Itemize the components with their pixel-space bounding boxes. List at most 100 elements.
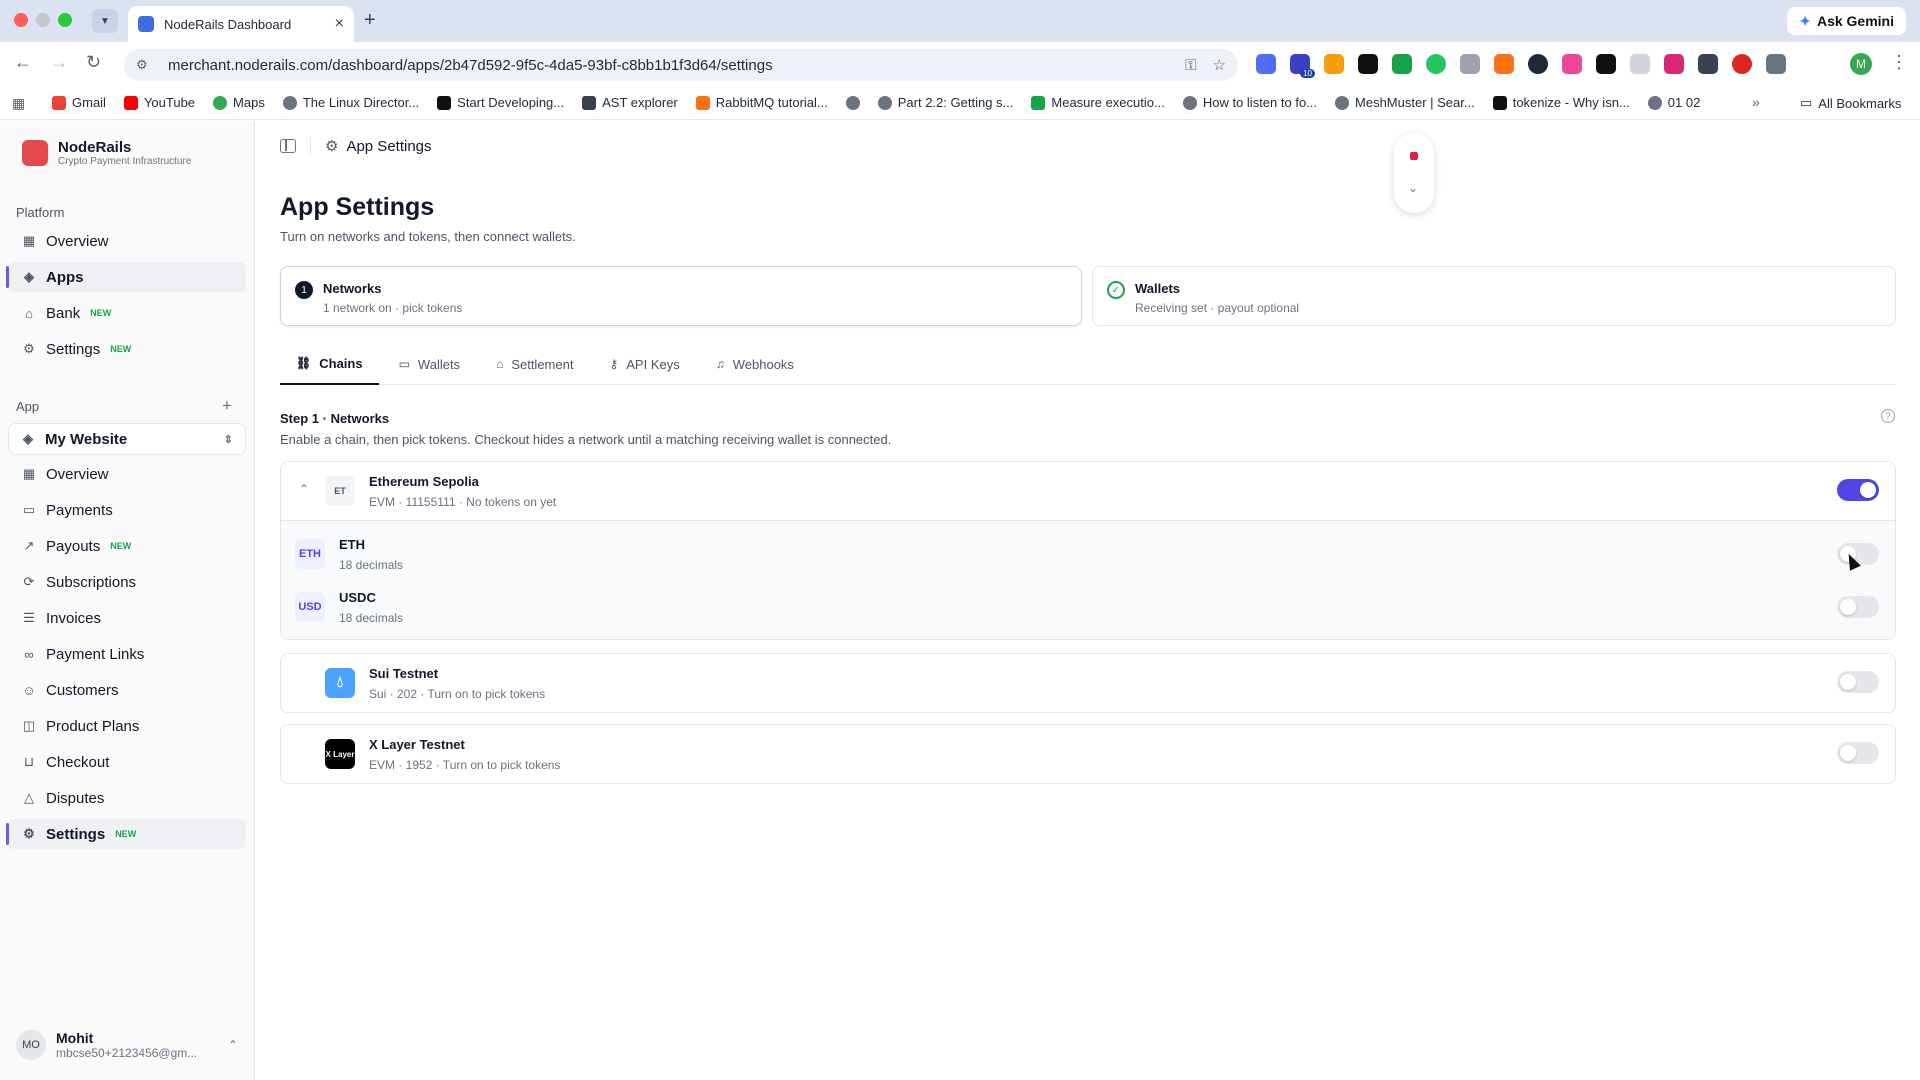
sidebar-item-bank[interactable]: ⌂ Bank NEW <box>8 298 246 328</box>
password-key-icon[interactable]: ⚿ <box>1185 57 1196 74</box>
chain-meta: Sui · 202 · Turn on to pick tokens <box>369 687 546 701</box>
tab-chains[interactable]: ⛓ Chains <box>280 343 379 385</box>
sidebar-toggle-icon[interactable] <box>280 139 296 153</box>
extension-icon[interactable]: 10 <box>1290 54 1315 78</box>
new-badge: NEW <box>90 308 112 318</box>
bookmark-item[interactable]: How to listen to fo... <box>1182 95 1317 110</box>
apps-grid-icon[interactable]: ▦ <box>12 95 28 111</box>
bookmark-item[interactable]: Measure executio... <box>1031 95 1165 110</box>
help-icon[interactable]: ? <box>1881 409 1895 423</box>
chevron-down-icon[interactable]: ⌄ <box>1408 181 1418 195</box>
credit-card-icon: ▭ <box>22 502 36 517</box>
sidebar-item-customers[interactable]: ☺ Customers <box>8 675 246 705</box>
extension-icon[interactable] <box>1630 54 1650 74</box>
new-tab-button[interactable]: + <box>364 9 376 32</box>
site-info-icon[interactable]: ⚙ <box>136 57 152 73</box>
sidebar-item-subscriptions[interactable]: ⟳ Subscriptions <box>8 567 246 597</box>
chain-card-sui-testnet: 💧︎ Sui Testnet Sui · 202 · Turn on to pi… <box>280 653 1896 713</box>
sidebar-item-disputes[interactable]: △ Disputes <box>8 783 246 813</box>
sidebar-item-apps[interactable]: ◈ Apps <box>6 262 246 292</box>
maximize-window-button[interactable] <box>58 13 72 27</box>
extension-icon[interactable] <box>1732 54 1752 74</box>
back-icon[interactable]: ← <box>14 52 32 73</box>
bookmark-item[interactable] <box>845 95 860 110</box>
extension-icon[interactable] <box>1698 54 1718 74</box>
browser-tab[interactable]: NodeRails Dashboard × <box>128 6 354 42</box>
bookmark-item[interactable]: Start Developing... <box>437 95 564 110</box>
stop-recording-icon[interactable] <box>1410 152 1418 160</box>
recording-widget[interactable]: ⌄ <box>1394 133 1434 213</box>
metamask-icon[interactable] <box>1324 54 1344 74</box>
browser-menu-icon[interactable]: ⋮ <box>1890 52 1908 73</box>
download-extension-icon[interactable] <box>1392 54 1412 74</box>
extension-icon[interactable] <box>1562 54 1582 74</box>
sidebar-item-platform-settings[interactable]: ⚙ Settings NEW <box>8 334 246 364</box>
extension-icon[interactable] <box>1460 54 1480 74</box>
extension-icon[interactable] <box>1256 54 1276 74</box>
bookmark-item[interactable]: YouTube <box>123 95 195 110</box>
minimize-window-button[interactable] <box>36 13 50 27</box>
chain-header[interactable]: 💧︎ Sui Testnet Sui · 202 · Turn on to pi… <box>281 654 1895 712</box>
sidebar-item-product-plans[interactable]: ◫ Product Plans <box>8 711 246 741</box>
user-menu[interactable]: MO Mohit mbcse50+2123456@gm... ⌃ <box>16 1030 238 1060</box>
url-text[interactable]: merchant.noderails.com/dashboard/apps/2b… <box>168 57 1169 74</box>
extensions-puzzle-icon[interactable] <box>1766 54 1786 74</box>
brand[interactable]: NodeRails Crypto Payment Infrastructure <box>22 139 191 167</box>
close-window-button[interactable] <box>14 13 28 27</box>
link-icon: ⛓ <box>296 356 312 370</box>
token-toggle[interactable] <box>1837 596 1879 618</box>
ask-gemini-button[interactable]: ✦ Ask Gemini <box>1787 7 1906 35</box>
chevron-up-icon[interactable]: ⌃ <box>299 482 309 496</box>
tab-wallets[interactable]: ▭ Wallets <box>383 343 476 385</box>
bookmark-item[interactable]: tokenize - Why isn... <box>1492 95 1630 110</box>
address-bar[interactable]: ⚙ merchant.noderails.com/dashboard/apps/… <box>124 49 1238 81</box>
sidebar-item-platform-overview[interactable]: ▦ Overview <box>8 226 246 256</box>
sidebar-item-checkout[interactable]: ⊔ Checkout <box>8 747 246 777</box>
tab-webhooks[interactable]: ♫ Webhooks <box>700 343 810 385</box>
add-app-icon[interactable]: + <box>222 396 232 416</box>
profile-avatar[interactable]: M <box>1850 53 1872 75</box>
sidebar-item-invoices[interactable]: ☰ Invoices <box>8 603 246 633</box>
forward-icon[interactable]: → <box>50 52 68 73</box>
step-wallets-card[interactable]: ✓ Wallets Receiving set · payout optiona… <box>1092 266 1896 326</box>
reload-icon[interactable]: ↻ <box>86 52 101 73</box>
bookmark-item[interactable]: RabbitMQ tutorial... <box>695 95 828 110</box>
sidebar-item-payment-links[interactable]: ∞ Payment Links <box>8 639 246 669</box>
extension-icon[interactable] <box>1664 54 1684 74</box>
key-icon: ⚷ <box>609 357 619 371</box>
chain-toggle[interactable] <box>1837 479 1879 501</box>
app-selector[interactable]: ◈ My Website ⇕ <box>8 423 246 455</box>
close-tab-icon[interactable]: × <box>335 15 344 33</box>
extension-icon[interactable] <box>1494 54 1514 74</box>
extension-icon[interactable] <box>1596 54 1616 74</box>
bookmark-item[interactable]: 01 02 <box>1647 95 1700 110</box>
all-bookmarks-button[interactable]: ▭ All Bookmarks <box>1800 95 1901 111</box>
chain-toggle[interactable] <box>1837 671 1879 693</box>
browser-toolbar: ← → ↻ ⚙ merchant.noderails.com/dashboard… <box>0 42 1920 86</box>
gemini-icon: ✦ <box>1799 12 1811 29</box>
new-badge: NEW <box>115 829 137 839</box>
chain-toggle[interactable] <box>1837 742 1879 764</box>
bookmark-item[interactable]: Part 2.2: Getting s... <box>877 95 1013 110</box>
bookmark-item[interactable]: The Linux Director... <box>282 95 419 110</box>
bookmark-item[interactable]: MeshMuster | Sear... <box>1335 95 1475 110</box>
extension-icon[interactable] <box>1426 54 1446 74</box>
more-bookmarks-icon[interactable]: » <box>1752 94 1760 110</box>
chain-header[interactable]: ⌃ ET Ethereum Sepolia EVM · 11155111 · N… <box>281 462 1895 520</box>
bookmark-star-icon[interactable]: ☆ <box>1213 56 1226 74</box>
medium-icon[interactable] <box>1358 54 1378 74</box>
sidebar-item-overview[interactable]: ▦ Overview <box>8 459 246 489</box>
extension-icon[interactable] <box>1528 54 1548 74</box>
sidebar-item-payouts[interactable]: ↗ Payouts NEW <box>8 531 246 561</box>
tab-api-keys[interactable]: ⚷ API Keys <box>593 343 695 385</box>
chain-header[interactable]: X Layer X Layer Testnet EVM · 1952 · Tur… <box>281 725 1895 783</box>
sidebar-item-settings[interactable]: ⚙ Settings NEW <box>6 819 246 849</box>
bookmark-item[interactable]: Maps <box>213 95 265 110</box>
bookmark-item[interactable]: AST explorer <box>582 95 678 110</box>
tab-search-button[interactable]: ▼ <box>92 9 118 33</box>
tab-settlement[interactable]: ⌂ Settlement <box>480 343 589 385</box>
bookmark-item[interactable]: Gmail <box>52 95 106 110</box>
sidebar-item-payments[interactable]: ▭ Payments <box>8 495 246 525</box>
step-networks-card[interactable]: 1 Networks 1 network on · pick tokens <box>280 266 1082 326</box>
users-icon: ☺ <box>22 682 36 698</box>
